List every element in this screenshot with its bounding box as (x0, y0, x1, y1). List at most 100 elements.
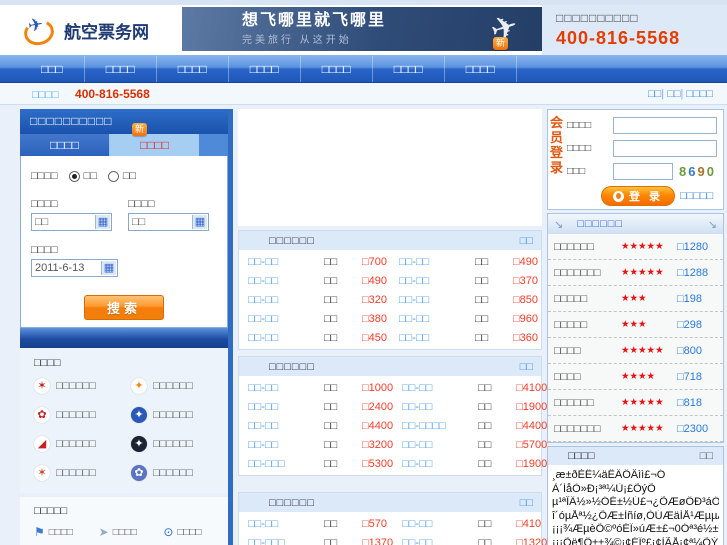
route-link[interactable]: □□-□□ (402, 518, 478, 530)
route-link[interactable]: □□-□□ (248, 275, 324, 287)
route-link[interactable]: □□-□□ (399, 313, 475, 325)
plane-logo-icon: ✈ (21, 14, 58, 49)
more-link[interactable]: □□ (520, 497, 533, 509)
hotel-name[interactable]: □□□□□□□ (554, 423, 621, 435)
airline-name: □□□□□□ (153, 380, 193, 392)
top-link[interactable]: □□ (661, 88, 680, 100)
tool-link[interactable]: ➤ □□□□ (99, 526, 164, 538)
route-link[interactable]: □□-□□ (399, 294, 475, 306)
username-input[interactable] (613, 117, 717, 134)
hotel-price[interactable]: □800 (677, 345, 717, 357)
radio-one-way[interactable] (68, 170, 80, 182)
route-link[interactable]: □□-□□ (248, 294, 324, 306)
login-button[interactable]: 登 录 (601, 186, 675, 206)
radio-round-trip[interactable] (107, 170, 119, 182)
captcha-input[interactable] (613, 163, 673, 180)
hotel-row: □□□□□ ★★★ □198 (548, 286, 723, 312)
hotel-row: □□□□ ★★★★ □718 (548, 364, 723, 390)
promo-banner[interactable]: 想飞哪里就飞哪里 完美旅行 从这开始 ✈ 新 (182, 7, 542, 51)
top-link[interactable]: □□□□ (681, 88, 713, 100)
calendar-icon[interactable]: ▦ (192, 215, 207, 229)
route-link[interactable]: □□-□□□ (248, 458, 324, 470)
nav-item[interactable]: □□□□ (229, 55, 301, 82)
fare-price: □410 (516, 517, 542, 530)
captcha-digit: 0 (706, 164, 716, 179)
hotel-price[interactable]: □718 (677, 371, 717, 383)
airline-link[interactable]: ✶ □□□□□□ (34, 378, 131, 394)
airline-link[interactable]: ✦ □□□□□□ (131, 407, 228, 423)
nav-item[interactable]: □□□ (20, 55, 85, 82)
fare-price: □5700 (516, 438, 548, 451)
route-link[interactable]: □□-□□ (248, 420, 324, 432)
site-logo[interactable]: ✈ 航空票务网 (0, 5, 182, 55)
more-link[interactable]: □□ (520, 235, 533, 247)
news-text-line: ¡¡¡Õë¶Ô±±¾©¡¢ÉÏº£¡¢ÌÃÅ¡¢ª¼ÕÝ¡ (552, 536, 719, 545)
hotel-name[interactable]: □□□□□□□ (554, 267, 621, 279)
airline-link[interactable]: ✦ □□□□□□ (131, 436, 228, 452)
top-link[interactable]: □□ (648, 88, 661, 100)
hotel-price[interactable]: □298 (677, 319, 717, 331)
hotel-price[interactable]: □1288 (677, 267, 717, 279)
route-link[interactable]: □□-□□ (402, 439, 478, 451)
to-city-input[interactable] (130, 215, 192, 229)
route-link[interactable]: □□-□□□ (248, 537, 324, 545)
airline-link[interactable]: ◢ □□□□□□ (34, 436, 131, 452)
route-link[interactable]: □□-□□ (402, 458, 478, 470)
nav-item[interactable]: □□□□ (85, 55, 157, 82)
hotel-price[interactable]: □198 (677, 293, 717, 305)
depart-date-input[interactable] (33, 261, 101, 275)
hotel-name[interactable]: □□□□□ (554, 293, 621, 305)
route-link[interactable]: □□-□□□□ (402, 420, 478, 432)
more-link[interactable]: □□ (520, 361, 533, 373)
search-button[interactable]: 搜索 (84, 295, 164, 320)
fare-price: □320 (362, 293, 387, 306)
fare-row: □□-□□□ □□ □5300 (239, 454, 393, 473)
hotel-name[interactable]: □□□□□ (554, 319, 621, 331)
hotel-price[interactable]: □818 (677, 397, 717, 409)
route-link[interactable]: □□-□□ (248, 256, 324, 268)
route-link[interactable]: □□-□□ (248, 439, 324, 451)
from-city-input[interactable] (33, 215, 95, 229)
news-more-link[interactable]: □□ (700, 450, 713, 462)
hotel-name[interactable]: □□□□ (554, 371, 621, 383)
route-link[interactable]: □□-□□ (399, 332, 475, 344)
hotel-name[interactable]: □□□□□□ (554, 397, 621, 409)
nav-item[interactable]: □□□□ (445, 55, 517, 82)
route-link[interactable]: □□-□□ (399, 275, 475, 287)
tool-link[interactable]: ⊙ □□□□ (163, 526, 228, 538)
nav-item[interactable]: □□□□ (301, 55, 373, 82)
airline-link[interactable]: ✿ □□□□□□ (131, 465, 228, 481)
hotel-name[interactable]: □□□□ (554, 345, 621, 357)
airline-ticket-homepage: ✈ 航空票务网 想飞哪里就飞哪里 完美旅行 从这开始 ✈ 新 □□□□□□□□□… (0, 0, 727, 545)
airline-link[interactable]: ✿ □□□□□□ (34, 407, 131, 423)
route-link[interactable]: □□-□□ (248, 518, 324, 530)
airline-link[interactable]: ✶ □□□□□□ (34, 465, 131, 481)
route-link[interactable]: □□-□□ (248, 401, 324, 413)
route-link[interactable]: □□-□□ (248, 382, 324, 394)
tab-flight-search[interactable]: □□□□ (20, 134, 110, 156)
hotel-price[interactable]: □1280 (677, 241, 717, 253)
calendar-icon[interactable]: ▦ (101, 261, 116, 275)
password-input[interactable] (613, 140, 717, 157)
airline-link[interactable]: ✦ □□□□□□ (131, 378, 228, 394)
tab-special-fares[interactable]: □□□□ (110, 134, 199, 156)
hotline-label: □□□□□□□□□□ (556, 11, 639, 25)
calendar-icon[interactable]: ▦ (95, 215, 110, 229)
hotel-row: □□□□□□ ★★★★★ □818 (548, 390, 723, 416)
fare-price: □2400 (362, 400, 394, 413)
route-link[interactable]: □□-□□ (248, 332, 324, 344)
nav-item[interactable]: □□□□ (373, 55, 445, 82)
register-link[interactable]: □□□□□ (680, 190, 713, 202)
route-link[interactable]: □□-□□ (399, 256, 475, 268)
one-way-label: □□ (83, 170, 97, 182)
hotel-price[interactable]: □2300 (677, 423, 717, 435)
route-link[interactable]: □□-□□ (402, 401, 478, 413)
route-link[interactable]: □□-□□ (402, 382, 478, 394)
tool-link[interactable]: ⚑ □□□□ (34, 526, 99, 538)
route-link[interactable]: □□-□□ (402, 537, 478, 545)
hotel-name[interactable]: □□□□□□ (554, 241, 621, 253)
route-link[interactable]: □□-□□ (248, 313, 324, 325)
nav-item[interactable]: □□□□ (157, 55, 229, 82)
new-badge: 新 (132, 123, 147, 136)
password-row: □□□□ (567, 140, 717, 157)
